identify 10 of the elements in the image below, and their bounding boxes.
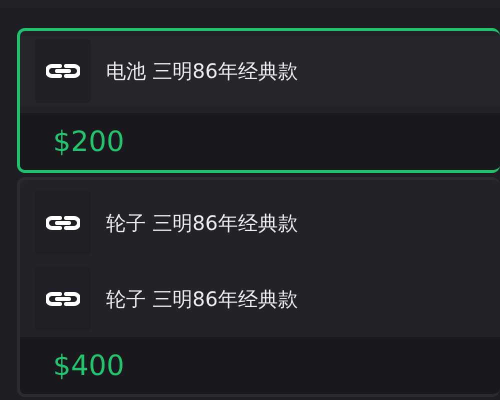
item-title: 轮子 三明86年经典款 bbox=[106, 210, 298, 236]
price-text: $400 bbox=[53, 349, 124, 382]
link-icon bbox=[46, 215, 80, 231]
item-title: 轮子 三明86年经典款 bbox=[106, 286, 298, 312]
price-text: $200 bbox=[53, 125, 124, 158]
item-card[interactable]: 电池 三明86年经典款 $200 bbox=[17, 28, 500, 173]
link-icon bbox=[46, 291, 80, 307]
link-icon bbox=[46, 63, 80, 79]
item-card[interactable]: 轮子 三明86年经典款 轮子 三明86年经典款 $400 bbox=[17, 177, 500, 397]
item-title: 电池 三明86年经典款 bbox=[106, 58, 298, 84]
